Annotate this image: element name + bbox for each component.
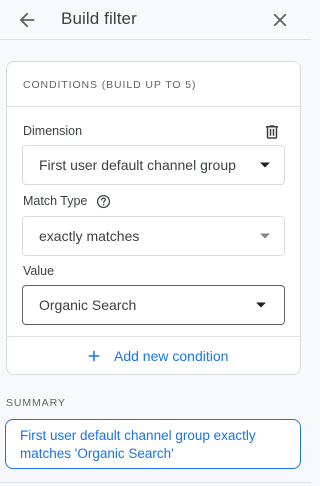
match-type-select[interactable]: exactly matches xyxy=(22,216,285,256)
value-select[interactable]: Organic Search xyxy=(22,285,285,325)
caret-down-icon xyxy=(260,162,270,168)
help-icon[interactable] xyxy=(96,194,111,209)
close-icon[interactable] xyxy=(269,9,291,31)
value-value: Organic Search xyxy=(39,297,137,313)
conditions-title: CONDITIONS (BUILD UP TO 5) xyxy=(23,79,197,91)
card-divider xyxy=(7,106,300,107)
caret-down-icon xyxy=(260,233,270,239)
trash-icon[interactable] xyxy=(263,123,281,141)
summary-text: First user default channel group exactly… xyxy=(20,428,256,461)
dimension-label: Dimension xyxy=(23,124,83,138)
dimension-value: First user default channel group xyxy=(39,157,236,173)
conditions-card: CONDITIONS (BUILD UP TO 5) Dimension Fir… xyxy=(6,61,301,375)
panel-header: Build filter xyxy=(0,0,311,40)
value-label: Value xyxy=(23,264,55,278)
bottom-divider xyxy=(0,482,311,483)
caret-down-icon xyxy=(256,302,266,308)
summary-label: SUMMARY xyxy=(6,397,66,409)
add-condition-label: Add new condition xyxy=(114,348,229,364)
card-divider xyxy=(7,336,300,337)
summary-box: First user default channel group exactly… xyxy=(5,419,301,469)
dimension-select[interactable]: First user default channel group xyxy=(22,145,285,185)
arrow-back-icon[interactable] xyxy=(16,9,38,31)
panel-title: Build filter xyxy=(61,9,137,28)
match-type-value: exactly matches xyxy=(39,228,140,244)
add-condition-button[interactable]: Add new condition xyxy=(85,345,245,369)
plus-icon xyxy=(88,350,100,362)
match-type-label: Match Type xyxy=(23,194,88,208)
